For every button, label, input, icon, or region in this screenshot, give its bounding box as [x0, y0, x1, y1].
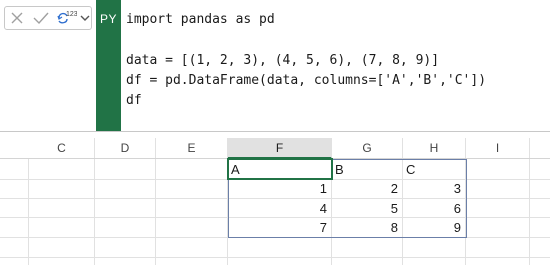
table-cell[interactable]: 3 — [403, 179, 466, 198]
python-badge-label: PY — [99, 12, 117, 26]
row-gridline — [0, 237, 550, 238]
table-cell[interactable]: 9 — [403, 218, 466, 237]
table-cell[interactable]: 8 — [332, 218, 403, 237]
column-gridline — [529, 159, 530, 265]
formula-bar: 123 PY import pandas as pd data = [(1, 2… — [0, 0, 550, 131]
table-cell[interactable]: 7 — [228, 218, 332, 237]
cancel-button[interactable] — [9, 7, 25, 29]
column-header-c[interactable]: C — [29, 138, 95, 158]
table-cell[interactable]: 2 — [332, 179, 403, 198]
column-gridline — [28, 159, 29, 265]
table-cell[interactable]: 4 — [228, 199, 332, 218]
formula-controls: 123 — [4, 6, 92, 30]
column-gridline — [94, 159, 95, 265]
table-cell[interactable]: 6 — [403, 199, 466, 218]
code-line: df — [126, 93, 142, 109]
column-header-h[interactable]: H — [403, 138, 466, 158]
insert-data-type-button[interactable]: 123 — [55, 7, 77, 29]
code-line: import pandas as pd — [126, 12, 275, 27]
close-icon — [11, 12, 23, 24]
column-header-d[interactable]: D — [95, 138, 156, 158]
table-header-cell[interactable]: C — [403, 160, 466, 179]
column-header-e[interactable]: E — [156, 138, 228, 158]
worksheet-grid[interactable]: A B C 1 2 3 4 5 6 7 8 9 — [0, 159, 550, 265]
column-header-f[interactable]: F — [228, 138, 332, 159]
formula-bar-divider — [0, 131, 550, 132]
column-header-row: C D E F G H I — [0, 138, 550, 159]
column-header-g[interactable]: G — [332, 138, 403, 158]
formula-input[interactable]: import pandas as pd data = [(1, 2, 3), (… — [126, 10, 546, 111]
insert-data-type-icon: 123 — [57, 11, 77, 24]
code-line: data = [(1, 2, 3), (4, 5, 6), (7, 8, 9)] — [126, 52, 440, 68]
python-badge: PY — [96, 0, 121, 131]
row-gridline — [0, 257, 550, 258]
insert-superscript: 123 — [66, 11, 77, 18]
table-cell[interactable]: 5 — [332, 199, 403, 218]
table-cell[interactable]: 1 — [228, 179, 332, 198]
check-icon — [33, 12, 49, 24]
table-header-cell[interactable]: B — [332, 160, 403, 179]
code-line: df = pd.DataFrame(data, columns=['A','B'… — [126, 72, 487, 88]
table-header-cell[interactable]: A — [228, 160, 332, 179]
chevron-down-icon — [80, 15, 90, 21]
enter-button[interactable] — [31, 7, 51, 29]
column-gridline — [155, 159, 156, 265]
column-header-i[interactable]: I — [466, 138, 530, 158]
formula-dropdown-button[interactable] — [79, 7, 91, 29]
